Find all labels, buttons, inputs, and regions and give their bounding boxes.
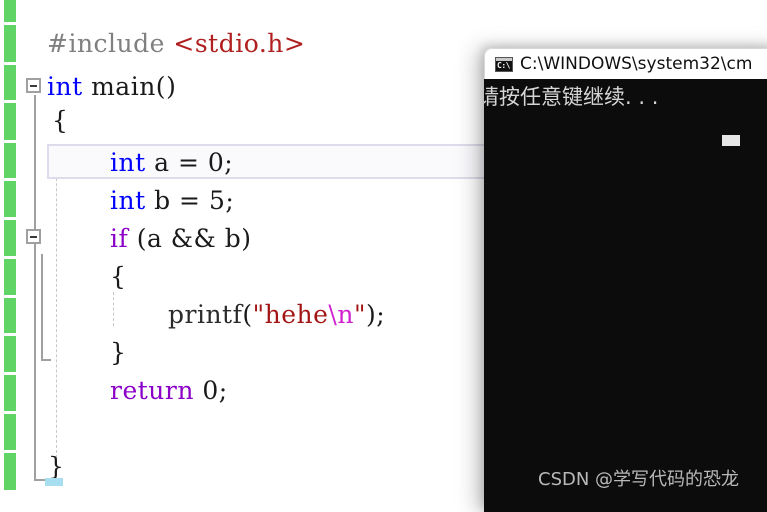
change-bar-gap bbox=[4, 140, 16, 143]
token-control: if bbox=[110, 224, 129, 253]
token-string: "hehe bbox=[252, 300, 329, 329]
change-bar-gap bbox=[4, 217, 16, 220]
token-brace-open: { bbox=[110, 262, 127, 291]
token-keyword: int bbox=[110, 186, 146, 215]
code-line-3[interactable]: { bbox=[52, 108, 68, 133]
change-bar-gap bbox=[4, 295, 16, 298]
token-escape: \n bbox=[328, 300, 354, 329]
console-titlebar[interactable]: C:\ C:\WINDOWS\system32\cm bbox=[484, 48, 767, 79]
text-cursor bbox=[45, 478, 63, 486]
csdn-watermark: CSDN @学写代码的恐龙 bbox=[538, 469, 740, 490]
token-string-end: " bbox=[353, 300, 366, 329]
code-line-7[interactable]: { bbox=[110, 264, 126, 289]
token-control: return bbox=[110, 376, 194, 405]
code-line-8[interactable]: printf("hehe\n"); bbox=[168, 302, 385, 327]
token-header: <stdio.h> bbox=[173, 29, 306, 58]
token-plain: (a && b) bbox=[128, 224, 252, 253]
code-line-1[interactable]: #include <stdio.h> bbox=[47, 31, 305, 56]
console-cursor-block bbox=[722, 135, 740, 146]
fold-guide-main bbox=[34, 95, 36, 480]
cmd-prompt-icon: C:\ bbox=[495, 56, 513, 72]
console-title-text: C:\WINDOWS\system32\cm bbox=[520, 54, 753, 74]
change-tracking-bar bbox=[4, 0, 16, 490]
code-line-12[interactable]: } bbox=[48, 454, 64, 479]
change-bar-gap bbox=[4, 100, 16, 103]
change-bar-gap bbox=[4, 62, 16, 65]
fold-marker-if[interactable] bbox=[26, 229, 41, 244]
token-preprocessor: #include bbox=[47, 29, 174, 58]
indent-guide-level2 bbox=[113, 292, 114, 326]
code-line-10[interactable]: return 0; bbox=[110, 378, 228, 403]
token-paren-open: ( bbox=[242, 300, 253, 329]
code-line-6[interactable]: if (a && b) bbox=[110, 226, 252, 251]
console-body[interactable]: 请按任意键继续. . . CSDN @学写代码的恐龙 bbox=[484, 79, 767, 512]
token-plain: 0; bbox=[193, 376, 228, 405]
change-bar-gap bbox=[4, 333, 16, 336]
token-brace-close: } bbox=[110, 338, 127, 367]
console-window[interactable]: C:\ C:\WINDOWS\system32\cm 请按任意键继续. . . … bbox=[484, 48, 767, 512]
token-plain: b = 5; bbox=[145, 186, 235, 215]
token-keyword: int bbox=[110, 148, 146, 177]
token-plain: a = 0; bbox=[145, 148, 234, 177]
screen-root: #include <stdio.h> int main() { int a = … bbox=[0, 0, 767, 512]
indent-guide-level1 bbox=[56, 148, 57, 458]
token-function: printf bbox=[168, 300, 243, 329]
fold-guide-if-foot bbox=[41, 359, 51, 361]
code-line-4[interactable]: int a = 0; bbox=[110, 150, 233, 175]
change-bar-gap bbox=[4, 411, 16, 414]
token-brace-close: } bbox=[48, 452, 65, 481]
fold-marker-main[interactable] bbox=[26, 78, 41, 93]
fold-guide-if bbox=[41, 254, 43, 360]
change-bar-gap bbox=[4, 22, 16, 25]
token-paren-close: ); bbox=[365, 300, 386, 329]
token-brace-open: { bbox=[52, 106, 69, 135]
console-output-text: 请按任意键继续. . . bbox=[484, 85, 659, 109]
token-plain: main() bbox=[82, 72, 177, 101]
change-bar-gap bbox=[4, 256, 16, 259]
change-bar-gap bbox=[4, 178, 16, 181]
change-bar-gap bbox=[4, 450, 16, 453]
token-keyword: int bbox=[47, 72, 83, 101]
code-line-5[interactable]: int b = 5; bbox=[110, 188, 234, 213]
change-bar-gap bbox=[4, 372, 16, 375]
code-line-9[interactable]: } bbox=[110, 340, 126, 365]
cmd-icon-glyph: C:\ bbox=[497, 60, 510, 70]
code-line-2[interactable]: int main() bbox=[47, 74, 176, 99]
